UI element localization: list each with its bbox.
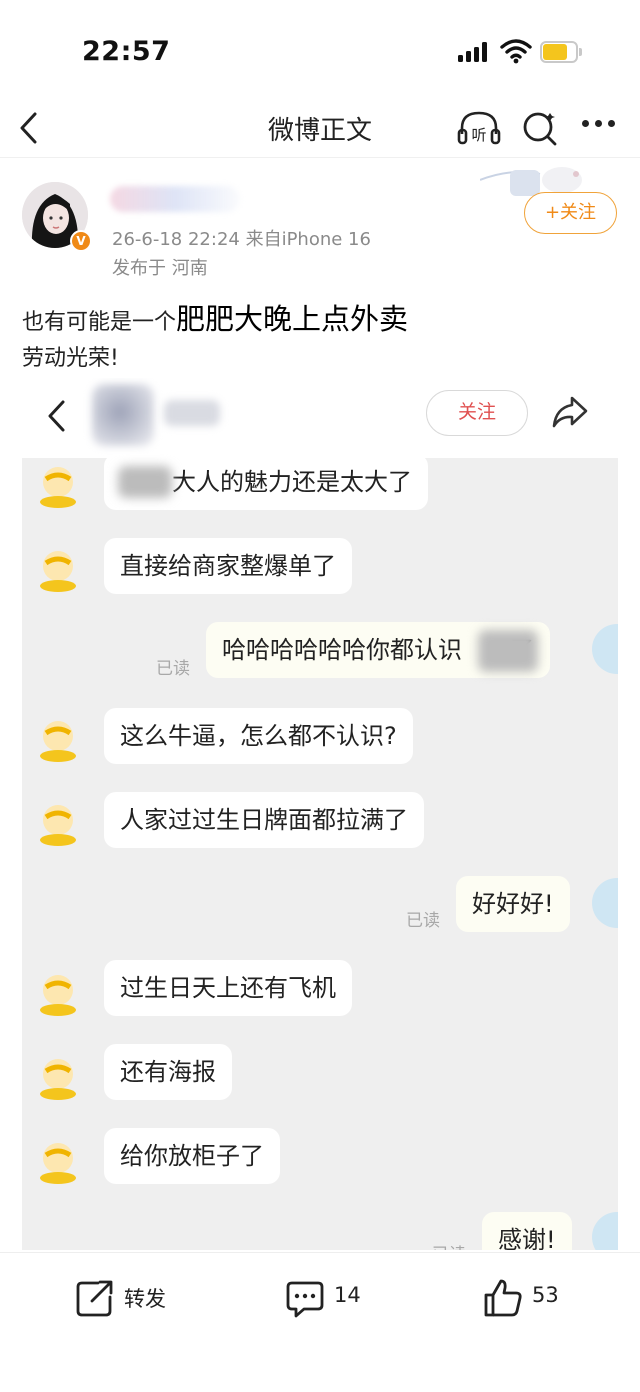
like-icon (484, 1279, 522, 1317)
comment-icon (286, 1281, 324, 1318)
author-name-blurred (110, 186, 240, 212)
my-avatar (592, 624, 618, 674)
sender-emoji-icon (40, 551, 76, 592)
like-count: 53 (532, 1283, 559, 1307)
chat-message: 直接给商家整爆单了 (104, 538, 352, 594)
sender-emoji-icon (40, 805, 76, 846)
follow-button[interactable]: +关注 (524, 192, 617, 234)
verified-badge: V (70, 230, 92, 252)
search-icon[interactable] (520, 106, 560, 150)
nav-bar: 微博正文 听 (0, 100, 640, 158)
chat-back-icon (48, 400, 65, 432)
sender-emoji-icon (40, 721, 76, 762)
comment-count: 14 (334, 1283, 361, 1307)
repost-button[interactable]: 转发 (74, 1275, 184, 1321)
sender-emoji-icon (40, 467, 76, 508)
my-avatar (592, 878, 618, 928)
chat-message: 给你放柜子了 (104, 1128, 280, 1184)
blurred-name-patch (118, 466, 172, 498)
read-status: 已读 (156, 659, 190, 679)
wifi-icon (500, 39, 532, 64)
sender-emoji-icon (40, 1143, 76, 1184)
battery-icon (540, 41, 582, 63)
status-bar: 22:57 (0, 0, 640, 100)
share-icon (552, 396, 588, 428)
signal-icon (458, 42, 490, 62)
post-text-line2: 劳动光荣! (22, 346, 119, 371)
read-status: 已读 (406, 911, 440, 931)
my-avatar (592, 1212, 618, 1250)
chat-follow-button: 关注 (426, 390, 528, 436)
comment-button[interactable]: 14 (284, 1275, 384, 1321)
chat-message: 过生日天上还有飞机 (104, 960, 352, 1016)
chat-header: 关注 (22, 378, 618, 458)
chat-message-mine: 好好好! (456, 876, 570, 932)
embedded-chat-screenshot[interactable]: 关注 大人的魅力还是太大了 直接给商家整爆单了 已读 哈哈哈哈哈哈你都认识了 这… (22, 378, 618, 1250)
status-time: 22:57 (82, 36, 171, 67)
chat-message: 这么牛逼，怎么都不认识? (104, 708, 413, 764)
post-text-line1: 也有可能是一个肥肥大晚上点外卖 (22, 302, 409, 336)
post-meta: 26-6-18 22:24 来自iPhone 16 (112, 229, 371, 250)
post-location: 发布于 河南 (112, 258, 208, 279)
sender-emoji-icon (40, 975, 76, 1016)
chat-avatar-blurred (92, 384, 154, 446)
read-status: 已读 (432, 1240, 466, 1250)
action-bar: 转发 14 53 (0, 1252, 640, 1392)
chat-message: 还有海报 (104, 1044, 232, 1100)
blurred-name-patch (478, 630, 538, 672)
listen-icon[interactable]: 听 (456, 106, 502, 150)
repost-icon (76, 1280, 113, 1317)
listen-label: 听 (471, 126, 486, 144)
chat-message-mine: 感谢! (482, 1212, 572, 1250)
chat-name-blurred (164, 400, 220, 426)
chat-message: 人家过过生日牌面都拉满了 (104, 792, 424, 848)
like-button[interactable]: 53 (482, 1275, 582, 1321)
repost-label: 转发 (124, 1287, 166, 1311)
more-icon[interactable] (580, 120, 620, 132)
sender-emoji-icon (40, 1059, 76, 1100)
